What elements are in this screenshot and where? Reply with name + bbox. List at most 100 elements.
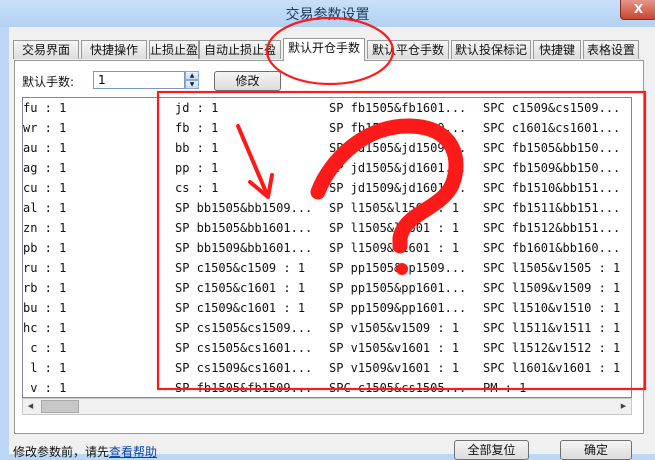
list-item[interactable]: jd : 1 xyxy=(175,101,218,115)
list-item[interactable]: cu : 1 xyxy=(23,181,66,195)
list-item[interactable]: SPC fb1510&bb151... xyxy=(483,181,620,195)
list-item[interactable]: bu : 1 xyxy=(23,301,66,315)
list-row[interactable]: cu : 1 cs : 1 SP jd1509&jd1601... SPC fb151… xyxy=(23,179,631,199)
list-item[interactable]: SPC l1509&v1509 : 1 xyxy=(483,281,620,295)
list-row[interactable]: au : 1 bb : 1 SP jd1505&jd1509... SPC fb150… xyxy=(23,139,631,159)
list-item[interactable]: SP fb1505&fb1601... xyxy=(329,101,466,115)
list-item[interactable]: SP jd1509&jd1601... xyxy=(329,181,466,195)
list-row[interactable]: al : 1 SP bb1505&bb1509... SP l1505&l1509 … xyxy=(23,199,631,219)
list-item[interactable]: c : 1 xyxy=(23,341,66,355)
list-item[interactable]: SPC l1601&v1601 : 1 xyxy=(483,361,620,375)
list-item[interactable]: zn : 1 xyxy=(23,221,66,235)
tab-9[interactable]: 表格设置 xyxy=(583,40,639,59)
list-row[interactable]: hc : 1 SP cs1505&cs1509... SP v1505&v1509 … xyxy=(23,319,631,339)
list-row[interactable]: c : 1 SP cs1505&cs1601... SP v1505&v1601 :… xyxy=(23,339,631,359)
tab-3[interactable]: 止损止盈 xyxy=(149,40,199,59)
scroll-left-icon[interactable]: ◀ xyxy=(23,399,38,414)
list-item[interactable]: SP v1505&v1601 : 1 xyxy=(329,341,459,355)
list-item[interactable]: v : 1 xyxy=(23,381,66,395)
list-item[interactable]: SP jd1505&jd1601... xyxy=(329,161,466,175)
list-item[interactable]: PM : 1 xyxy=(483,381,526,395)
modify-button[interactable]: 修改 xyxy=(214,71,281,91)
list-item[interactable]: SPC c1601&cs1601... xyxy=(483,121,620,135)
tab-8[interactable]: 快捷键 xyxy=(533,40,581,59)
scroll-right-icon[interactable]: ▶ xyxy=(616,399,631,414)
tab-5[interactable]: 默认开仓手数 xyxy=(283,38,365,61)
list-item[interactable]: wr : 1 xyxy=(23,121,66,135)
list-item[interactable]: SPC fb1601&bb160... xyxy=(483,241,620,255)
spin-up-icon[interactable]: ▲ xyxy=(185,71,199,80)
list-item[interactable]: SP cs1509&cs1601... xyxy=(175,361,312,375)
list-item[interactable]: SPC l1505&v1505 : 1 xyxy=(483,261,620,275)
tab-1[interactable]: 交易界面 xyxy=(13,40,79,59)
list-item[interactable]: SPC fb1511&bb151... xyxy=(483,201,620,215)
list-item[interactable]: ag : 1 xyxy=(23,161,66,175)
list-item[interactable]: cs : 1 xyxy=(175,181,218,195)
list-item[interactable]: SPC c1509&cs1509... xyxy=(483,101,620,115)
list-item[interactable]: l : 1 xyxy=(23,361,66,375)
list-item[interactable]: SP v1505&v1509 : 1 xyxy=(329,321,459,335)
tab-7[interactable]: 默认投保标记 xyxy=(451,40,531,59)
list-item[interactable]: SP pp1509&pp1601... xyxy=(329,301,466,315)
default-lots-input[interactable]: 1 xyxy=(93,71,185,89)
list-item[interactable]: SP jd1505&jd1509... xyxy=(329,141,466,155)
list-item[interactable]: SP l1505&l1509 : 1 xyxy=(329,201,459,215)
hint-text: 修改参数前，请先 xyxy=(13,445,110,459)
list-item[interactable]: SPC l1511&v1511 : 1 xyxy=(483,321,620,335)
scroll-thumb[interactable] xyxy=(41,400,79,413)
tab-bar: 交易界面 快捷操作 止损止盈 自动止损止盈 默认开仓手数 默认平仓手数 默认投保标记 快捷键表… xyxy=(13,38,655,61)
list-item[interactable]: SPC fb1512&bb151... xyxy=(483,221,620,235)
list-item[interactable]: SP cs1505&cs1601... xyxy=(175,341,312,355)
list-item[interactable]: SP fb1505&fb1509... xyxy=(329,121,466,135)
reset-all-button[interactable]: 全部复位 xyxy=(454,440,529,460)
list-item[interactable]: SPC l1510&v1510 : 1 xyxy=(483,301,620,315)
list-row[interactable]: wr : 1 fb : 1 SP fb1505&fb1509... SPC c1601… xyxy=(23,119,631,139)
close-button[interactable]: X xyxy=(620,0,655,20)
list-item[interactable]: SP c1505&c1509 : 1 xyxy=(175,261,305,275)
lots-spinner[interactable]: ▲ ▼ xyxy=(185,71,199,89)
list-item[interactable]: pp : 1 xyxy=(175,161,218,175)
list-item[interactable]: SP fb1505&fb1509... xyxy=(175,381,312,395)
list-item[interactable]: SP l1509&l1601 : 1 xyxy=(329,241,459,255)
list-item[interactable]: SP bb1505&bb1601... xyxy=(175,221,312,235)
list-item[interactable]: al : 1 xyxy=(23,201,66,215)
list-item[interactable]: SP v1509&v1601 : 1 xyxy=(329,361,459,375)
list-row[interactable]: ru : 1 SP c1505&c1509 : 1 SP pp1505&pp1509… xyxy=(23,259,631,279)
tab-6[interactable]: 默认平仓手数 xyxy=(367,40,449,59)
list-row[interactable]: ag : 1 pp : 1 SP jd1505&jd1601... SPC fb150… xyxy=(23,159,631,179)
list-item[interactable]: SP l1505&l1601 : 1 xyxy=(329,221,459,235)
list-item[interactable]: SPC l1512&v1512 : 1 xyxy=(483,341,620,355)
ok-button[interactable]: 确定 xyxy=(560,440,632,460)
list-item[interactable]: SPC c1505&cs1505... xyxy=(329,381,466,395)
tab-2[interactable]: 快捷操作 xyxy=(81,40,147,59)
horizontal-scrollbar[interactable]: ◀ ▶ xyxy=(22,398,632,415)
list-item[interactable]: SPC fb1505&bb150... xyxy=(483,141,620,155)
list-item[interactable]: fu : 1 xyxy=(23,101,66,115)
list-item[interactable]: fb : 1 xyxy=(175,121,218,135)
list-item[interactable]: au : 1 xyxy=(23,141,66,155)
list-item[interactable]: SP pp1505&pp1601... xyxy=(329,281,466,295)
list-item[interactable]: SP pp1505&pp1509... xyxy=(329,261,466,275)
list-item[interactable]: rb : 1 xyxy=(23,281,66,295)
list-row[interactable]: fu : 1 jd : 1 SP fb1505&fb1601... SPC c1509… xyxy=(23,99,631,119)
list-item[interactable]: SP c1505&c1601 : 1 xyxy=(175,281,305,295)
list-item[interactable]: bb : 1 xyxy=(175,141,218,155)
list-item[interactable]: SP c1509&c1601 : 1 xyxy=(175,301,305,315)
list-row[interactable]: zn : 1 SP bb1505&bb1601... SP l1505&l1601 … xyxy=(23,219,631,239)
list-row[interactable]: rb : 1 SP c1505&c1601 : 1 SP pp1505&pp1601… xyxy=(23,279,631,299)
list-item[interactable]: SPC fb1509&bb150... xyxy=(483,161,620,175)
list-row[interactable]: bu : 1 SP c1509&c1601 : 1 SP pp1509&pp1601… xyxy=(23,299,631,319)
list-item[interactable]: SP cs1505&cs1509... xyxy=(175,321,312,335)
spin-down-icon[interactable]: ▼ xyxy=(185,80,199,89)
list-row[interactable]: pb : 1 SP bb1509&bb1601... SP l1509&l1601 … xyxy=(23,239,631,259)
list-row[interactable]: v : 1 SP fb1505&fb1509... SPC c1505&cs1505… xyxy=(23,379,631,397)
contract-lots-list[interactable]: fu : 1 jd : 1 SP fb1505&fb1601... SPC c1509… xyxy=(22,97,632,398)
list-item[interactable]: hc : 1 xyxy=(23,321,66,335)
tab-4[interactable]: 自动止损止盈 xyxy=(199,40,281,59)
list-item[interactable]: ru : 1 xyxy=(23,261,66,275)
list-item[interactable]: SP bb1505&bb1509... xyxy=(175,201,312,215)
list-item[interactable]: pb : 1 xyxy=(23,241,66,255)
list-item[interactable]: SP bb1509&bb1601... xyxy=(175,241,312,255)
list-row[interactable]: l : 1 SP cs1509&cs1601... SP v1509&v1601 :… xyxy=(23,359,631,379)
help-link[interactable]: 查看帮助 xyxy=(109,445,157,459)
